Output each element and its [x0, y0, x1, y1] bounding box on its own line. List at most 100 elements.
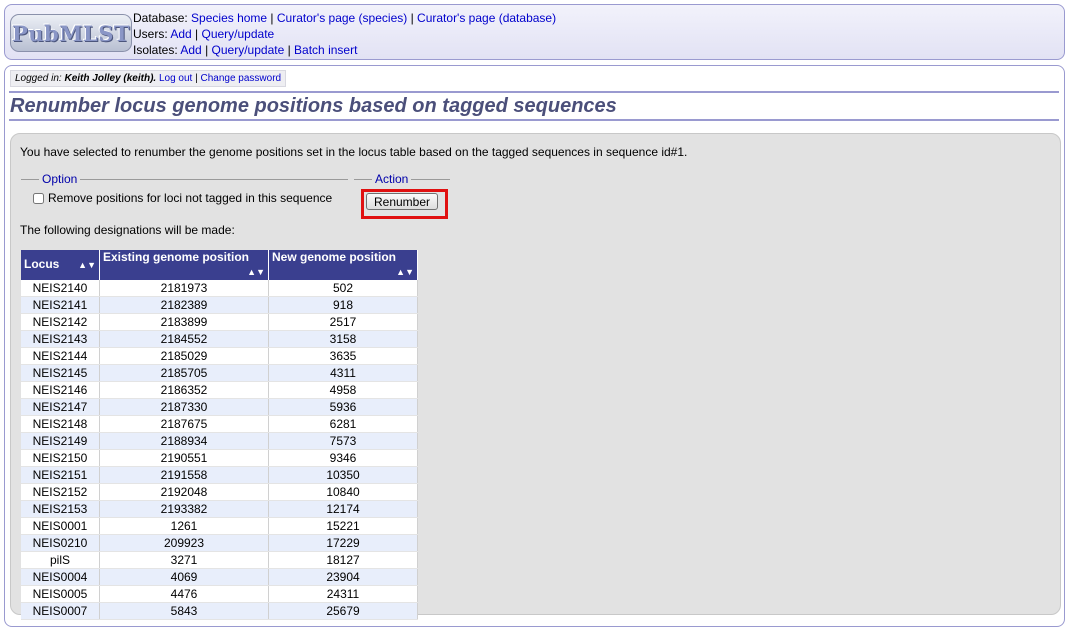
column-header-label: Locus	[24, 257, 60, 271]
cell-locus: NEIS0007	[21, 602, 100, 620]
login-separator: |	[192, 73, 201, 84]
column-header-label: New genome position	[272, 250, 397, 264]
table-row: NEIS0004 4069 23904	[21, 568, 418, 586]
table-row: NEIS2153 2193382 12174	[21, 500, 418, 518]
cell-existing-position: 2192048	[99, 483, 269, 501]
cell-new-position: 15221	[268, 517, 418, 535]
cell-existing-position: 2187675	[99, 415, 269, 433]
action-fieldset: Action	[354, 172, 450, 186]
users-label: Users:	[133, 27, 168, 41]
table-row: NEIS2145 2185705 4311	[21, 364, 418, 382]
cell-new-position: 9346	[268, 449, 418, 467]
sort-icon[interactable]: ▲▼	[78, 257, 96, 273]
table-row: NEIS0007 5843 25679	[21, 602, 418, 620]
isolates-label: Isolates:	[133, 43, 178, 57]
database-nav-row: Database: Species home | Curator's page …	[133, 10, 556, 26]
action-legend: Action	[375, 172, 409, 186]
login-bar: Logged in: Keith Jolley (keith). Log out…	[10, 70, 287, 87]
table-row: NEIS2149 2188934 7573	[21, 432, 418, 450]
isolates-nav-row: Isolates: Add | Query/update | Batch ins…	[133, 42, 556, 58]
cell-existing-position: 5843	[99, 602, 269, 620]
table-row: NEIS0210 209923 17229	[21, 534, 418, 552]
table-row: NEIS2143 2184552 3158	[21, 330, 418, 348]
cell-new-position: 918	[268, 296, 418, 314]
cell-locus: NEIS2141	[21, 296, 100, 314]
nav-separator: |	[201, 43, 212, 57]
cell-existing-position: 2191558	[99, 466, 269, 484]
option-fieldset: Option	[21, 172, 348, 186]
column-header-existing-position[interactable]: Existing genome position ▲▼	[99, 250, 269, 280]
table-row: NEIS2141 2182389 918	[21, 296, 418, 314]
cell-existing-position: 4069	[99, 568, 269, 586]
remove-positions-checkbox[interactable]	[33, 192, 44, 204]
cell-locus: NEIS0210	[21, 534, 100, 552]
cell-locus: NEIS2144	[21, 347, 100, 365]
table-row: NEIS2148 2187675 6281	[21, 415, 418, 433]
cell-locus: NEIS0001	[21, 517, 100, 535]
nav-separator: |	[267, 11, 277, 25]
table-row: NEIS2140 2181973 502	[21, 280, 418, 297]
cell-new-position: 24311	[268, 585, 418, 603]
change-password-link[interactable]: Change password	[201, 73, 282, 84]
table-row: NEIS2151 2191558 10350	[21, 466, 418, 484]
cell-new-position: 4311	[268, 364, 418, 382]
cell-new-position: 23904	[268, 568, 418, 586]
nav-separator: |	[407, 11, 418, 25]
table-row: NEIS2146 2186352 4958	[21, 381, 418, 399]
cell-new-position: 12174	[268, 500, 418, 518]
login-prefix: Logged in:	[15, 73, 62, 84]
users-nav-row: Users: Add | Query/update	[133, 26, 556, 42]
cell-locus: NEIS2148	[21, 415, 100, 433]
nav-separator: |	[284, 43, 295, 57]
cell-existing-position: 2186352	[99, 381, 269, 399]
column-header-label: Existing genome position	[103, 250, 250, 264]
table-row: NEIS2142 2183899 2517	[21, 313, 418, 331]
users-add-link[interactable]: Add	[170, 27, 191, 41]
cell-new-position: 7573	[268, 432, 418, 450]
column-header-locus[interactable]: Locus ▲▼	[21, 250, 100, 280]
column-header-new-position[interactable]: New genome position ▲▼	[268, 250, 418, 280]
sort-icon[interactable]: ▲▼	[247, 264, 265, 280]
cell-existing-position: 2183899	[99, 313, 269, 331]
database-label: Database:	[133, 11, 188, 25]
cell-new-position: 10840	[268, 483, 418, 501]
species-home-link[interactable]: Species home	[191, 11, 267, 25]
cell-locus: NEIS2140	[21, 280, 100, 297]
isolates-add-link[interactable]: Add	[180, 43, 201, 57]
curators-page-species-link[interactable]: Curator's page (species)	[277, 11, 407, 25]
sort-icon[interactable]: ▲▼	[396, 264, 414, 280]
remove-positions-label[interactable]: Remove positions for loci not tagged in …	[48, 191, 332, 205]
header-nav: Database: Species home | Curator's page …	[133, 10, 556, 58]
renumber-button[interactable]: Renumber	[366, 193, 438, 210]
cell-locus: pilS	[21, 551, 100, 569]
table-header-row: Locus ▲▼ Existing genome position ▲▼ New g…	[21, 250, 418, 280]
cell-existing-position: 2193382	[99, 500, 269, 518]
cell-new-position: 10350	[268, 466, 418, 484]
cell-existing-position: 2184552	[99, 330, 269, 348]
table-row: NEIS2144 2185029 3635	[21, 347, 418, 365]
cell-existing-position: 209923	[99, 534, 269, 552]
logout-link[interactable]: Log out	[159, 73, 192, 84]
cell-existing-position: 2190551	[99, 449, 269, 467]
site-header: PubMLST Database: Species home | Curator…	[4, 4, 1065, 60]
cell-locus: NEIS2146	[21, 381, 100, 399]
curators-page-database-link[interactable]: Curator's page (database)	[417, 11, 556, 25]
cell-locus: NEIS2153	[21, 500, 100, 518]
isolates-batch-insert-link[interactable]: Batch insert	[294, 43, 357, 57]
option-legend: Option	[42, 172, 78, 186]
pubmlst-logo[interactable]: PubMLST	[10, 14, 132, 52]
intro-text: You have selected to renumber the genome…	[20, 145, 688, 159]
nav-separator: |	[191, 27, 202, 41]
cell-new-position: 2517	[268, 313, 418, 331]
table-body: NEIS2140 2181973 502 NEIS2141 2182389 918 NEIS…	[21, 280, 418, 620]
table-row: NEIS0001 1261 15221	[21, 517, 418, 535]
cell-new-position: 5936	[268, 398, 418, 416]
isolates-query-update-link[interactable]: Query/update	[212, 43, 285, 57]
cell-new-position: 502	[268, 280, 418, 297]
cell-existing-position: 2181973	[99, 280, 269, 297]
cell-new-position: 3635	[268, 347, 418, 365]
remove-positions-option[interactable]: Remove positions for loci not tagged in …	[33, 191, 332, 205]
table-row: NEIS2147 2187330 5936	[21, 398, 418, 416]
page-title: Renumber locus genome positions based on…	[10, 95, 617, 117]
users-query-update-link[interactable]: Query/update	[202, 27, 275, 41]
